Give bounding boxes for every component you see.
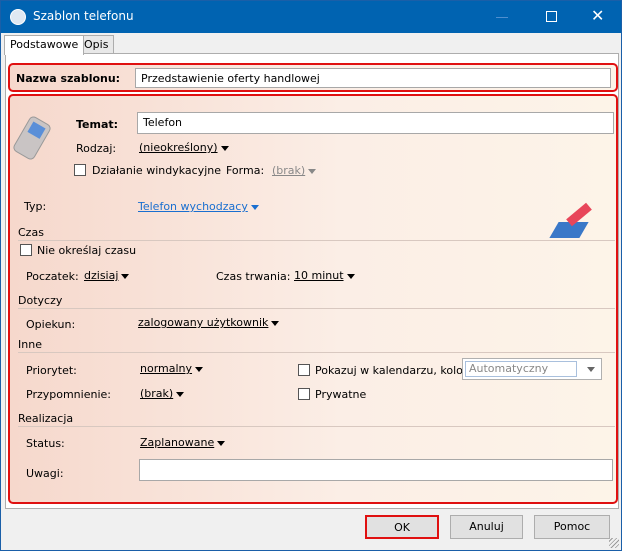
section-czas: Czas — [18, 226, 615, 241]
windykacja-label: Działanie windykacyjne — [92, 164, 221, 177]
status-dropdown[interactable]: Zaplanowane — [140, 436, 226, 449]
kalendarz-label: Pokazuj w kalendarzu, kolor: — [315, 364, 471, 377]
dialog-window: Szablon telefonu ✕ Podstawowe Opis Nazwa… — [0, 0, 622, 551]
temat-label: Temat: — [76, 118, 119, 131]
temat-input[interactable]: Telefon — [137, 112, 614, 134]
uwagi-label: Uwagi: — [26, 467, 64, 480]
priorytet-label: Priorytet: — [26, 364, 77, 377]
rodzaj-dropdown[interactable]: (nieokreślony) — [139, 141, 229, 154]
typ-dropdown[interactable]: Telefon wychodzacy — [138, 200, 259, 213]
close-button[interactable]: ✕ — [591, 6, 604, 25]
title-bar: Szablon telefonu ✕ — [1, 1, 621, 33]
help-button[interactable]: Pomoc — [534, 515, 610, 539]
phone-icon — [11, 114, 53, 162]
poczatek-dropdown[interactable]: dzisiaj — [84, 269, 130, 282]
chevron-down-icon — [176, 391, 185, 397]
czas-trwania-dropdown[interactable]: 10 minut — [294, 269, 355, 282]
typ-label: Typ: — [24, 200, 47, 213]
poczatek-label: Poczatek: — [26, 270, 79, 283]
kolor-select[interactable]: Automatyczny — [462, 358, 602, 380]
tab-panel: Nazwa szablonu: Przedstawienie oferty ha… — [5, 53, 619, 509]
window-title: Szablon telefonu — [33, 9, 134, 23]
czas-trwania-label: Czas trwania: — [216, 270, 291, 283]
przypomnienie-value: (brak) — [140, 387, 174, 400]
rodzaj-value: (nieokreślony) — [139, 141, 218, 154]
nie-okreslaj-label: Nie określaj czasu — [37, 244, 137, 257]
chevron-down-icon — [220, 145, 229, 151]
name-section: Nazwa szablonu: Przedstawienie oferty ha… — [8, 63, 618, 92]
tab-podstawowe[interactable]: Podstawowe — [4, 35, 85, 55]
status-label: Status: — [26, 437, 65, 450]
typ-value: Telefon wychodzacy — [138, 200, 248, 213]
cancel-button[interactable]: Anuluj — [450, 515, 523, 539]
nie-okreslaj-checkbox[interactable] — [20, 244, 32, 256]
opiekun-value: zalogowany użytkownik — [138, 316, 269, 329]
chevron-down-icon — [587, 367, 595, 372]
rodzaj-label: Rodzaj: — [76, 142, 117, 155]
prywatne-label: Prywatne — [315, 388, 367, 401]
resize-grip[interactable] — [609, 538, 619, 548]
section-realizacja: Realizacja — [18, 412, 615, 427]
chevron-down-icon — [308, 168, 317, 174]
forma-dropdown[interactable]: (brak) — [272, 164, 317, 177]
uwagi-input[interactable] — [139, 459, 613, 481]
chevron-down-icon — [195, 366, 204, 372]
details-section: Temat: Telefon Rodzaj: (nieokreślony) Dz… — [8, 94, 618, 504]
czas-trwania-value: 10 minut — [294, 269, 344, 282]
priorytet-value: normalny — [140, 362, 193, 375]
forma-value: (brak) — [272, 164, 306, 177]
minimize-button[interactable] — [496, 17, 508, 18]
forma-label: Forma: — [226, 164, 265, 177]
name-label: Nazwa szablonu: — [16, 72, 121, 85]
section-dotyczy: Dotyczy — [18, 294, 615, 309]
kalendarz-checkbox[interactable] — [298, 364, 310, 376]
app-icon — [10, 9, 26, 25]
chevron-down-icon — [271, 320, 280, 326]
chevron-down-icon — [250, 204, 259, 210]
chevron-down-icon — [346, 273, 355, 279]
ok-button[interactable]: OK — [365, 515, 439, 539]
opiekun-dropdown[interactable]: zalogowany użytkownik — [138, 316, 280, 329]
poczatek-value: dzisiaj — [84, 269, 119, 282]
name-input[interactable]: Przedstawienie oferty handlowej — [135, 68, 611, 88]
przypomnienie-label: Przypomnienie: — [26, 388, 111, 401]
przypomnienie-dropdown[interactable]: (brak) — [140, 387, 185, 400]
maximize-button[interactable] — [546, 11, 557, 22]
prywatne-checkbox[interactable] — [298, 388, 310, 400]
opiekun-label: Opiekun: — [26, 318, 76, 331]
status-value: Zaplanowane — [140, 436, 215, 449]
chevron-down-icon — [121, 273, 130, 279]
priorytet-dropdown[interactable]: normalny — [140, 362, 204, 375]
kolor-value: Automatyczny — [465, 361, 577, 377]
chevron-down-icon — [217, 440, 226, 446]
windykacja-checkbox[interactable] — [74, 164, 86, 176]
section-inne: Inne — [18, 338, 615, 353]
